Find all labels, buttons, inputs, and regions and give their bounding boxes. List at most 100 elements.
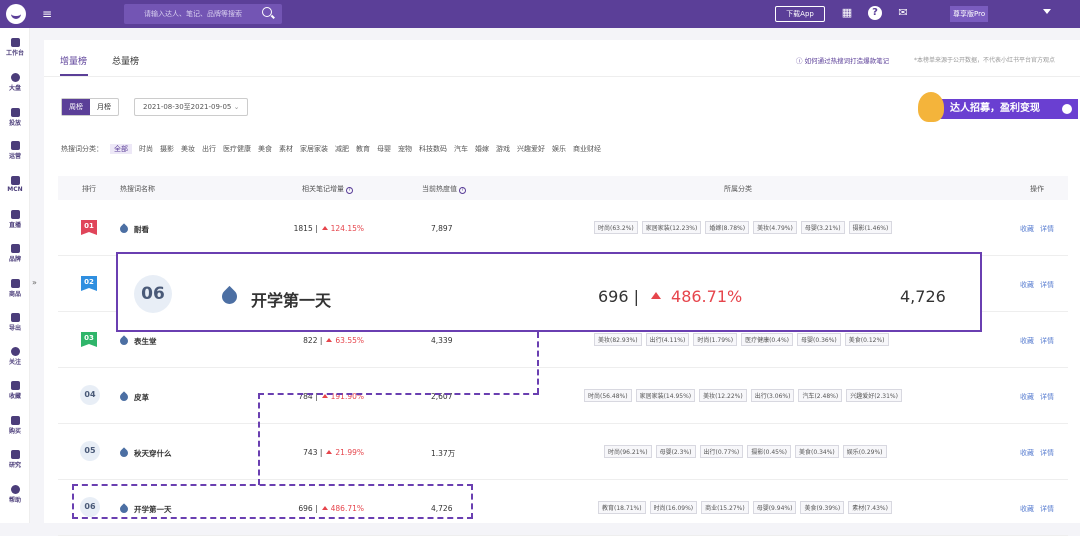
help-icon[interactable]: ? bbox=[868, 6, 882, 20]
category-item[interactable]: 汽车 bbox=[454, 145, 468, 153]
sidebar-item-market[interactable]: 大盘 bbox=[0, 71, 30, 101]
hot-word[interactable]: 表生堂 bbox=[134, 336, 157, 347]
category-item[interactable]: 减肥 bbox=[335, 145, 349, 153]
category-item[interactable]: 美食 bbox=[258, 145, 272, 153]
sidebar-item-label: 导出 bbox=[8, 325, 21, 332]
detail-link[interactable]: 详情 bbox=[1040, 337, 1054, 345]
account-menu[interactable]: 尊享版Pro bbox=[946, 6, 1026, 22]
category-all[interactable]: 全部 bbox=[110, 144, 132, 154]
sidebar-item-live[interactable]: 直播 bbox=[0, 208, 30, 238]
table-row[interactable]: 01 耐看 1815 | 124.15% 7,897 时尚(63.2%) 家居家装(… bbox=[58, 200, 1068, 256]
search-input[interactable]: 请输入达人、笔记、品牌等搜索 bbox=[124, 4, 282, 24]
period-toggle: 周榜 月榜 bbox=[61, 98, 119, 116]
sidebar-item-export[interactable]: 导出 bbox=[0, 311, 30, 341]
info-icon[interactable]: ? bbox=[346, 187, 353, 194]
table-row[interactable]: 04 皮革 784 | 191.90% 2,607 时尚(56.48%) 家居家装(… bbox=[58, 368, 1068, 424]
growth-value: 1815 | 124.15% bbox=[264, 224, 364, 233]
category-filter: 热搜词分类： 全部 时尚 摄影 美妆 出行 医疗健康 美食 素材 家居家装 减肥 教育 母婴 宠物 科技数码… bbox=[61, 144, 608, 154]
tab-total[interactable]: 总量榜 bbox=[112, 54, 139, 67]
category-item[interactable]: 科技数码 bbox=[419, 145, 447, 153]
promo-banner[interactable]: 达人招募，盈利变现 bbox=[916, 90, 1078, 124]
collapse-sidebar-button[interactable]: » bbox=[32, 278, 37, 287]
category-item[interactable]: 宠物 bbox=[398, 145, 412, 153]
sidebar-item-operations[interactable]: 运营 bbox=[0, 139, 30, 169]
search-icon[interactable] bbox=[262, 7, 272, 17]
detail-link[interactable]: 详情 bbox=[1040, 449, 1054, 457]
sidebar-item-mcn[interactable]: MCN bbox=[0, 174, 30, 204]
category-tags: 美妆(82.93%) 出行(4.11%) 时尚(1.79%) 医疗健康(0.4%) 母婴… bbox=[594, 333, 893, 346]
category-item[interactable]: 商业财经 bbox=[573, 145, 601, 153]
download-app-button[interactable]: 下载App bbox=[775, 6, 825, 22]
chevron-down-icon[interactable] bbox=[1043, 9, 1051, 14]
hot-word[interactable]: 秋天穿什么 bbox=[134, 448, 172, 459]
detail-link[interactable]: 详情 bbox=[1040, 281, 1054, 289]
header-growth-label: 相关笔记增量 bbox=[302, 185, 344, 193]
hot-word-icon bbox=[118, 223, 130, 235]
info-icon[interactable]: ? bbox=[459, 187, 466, 194]
detail-link[interactable]: 详情 bbox=[1040, 393, 1054, 401]
sidebar-item-workbench[interactable]: 工作台 bbox=[0, 36, 30, 66]
rank-badge: 01 bbox=[81, 220, 97, 235]
category-item[interactable]: 出行 bbox=[202, 145, 216, 153]
category-tag: 时尚(56.48%) bbox=[584, 389, 632, 402]
monthly-toggle[interactable]: 月榜 bbox=[90, 99, 118, 115]
category-item[interactable]: 摄影 bbox=[160, 145, 174, 153]
category-tag: 医疗健康(0.4%) bbox=[741, 333, 793, 346]
category-item[interactable]: 娱乐 bbox=[552, 145, 566, 153]
detail-link[interactable]: 详情 bbox=[1040, 225, 1054, 233]
sidebar: 工作台 大盘 投放 运营 MCN 直播 品牌 商品 导出 关注 收藏 购买 研究… bbox=[0, 28, 30, 523]
howto-link[interactable]: ⓘ 如何通过热搜词打造爆款笔记 bbox=[796, 55, 889, 65]
app-logo-icon[interactable] bbox=[6, 4, 26, 24]
sidebar-item-follow[interactable]: 关注 bbox=[0, 345, 30, 375]
category-item[interactable]: 兴趣爱好 bbox=[517, 145, 545, 153]
flask-icon bbox=[10, 450, 20, 459]
chat-icon bbox=[10, 141, 20, 150]
tab-increment[interactable]: 增量榜 bbox=[60, 54, 87, 67]
apps-grid-icon[interactable]: ▦ bbox=[840, 6, 854, 20]
sidebar-item-help[interactable]: 帮助 bbox=[0, 483, 30, 513]
favorite-link[interactable]: 收藏 bbox=[1020, 225, 1034, 233]
growth-pct: 21.99% bbox=[322, 448, 364, 457]
hot-word-icon bbox=[118, 447, 130, 459]
category-item[interactable]: 素材 bbox=[279, 145, 293, 153]
mail-icon[interactable]: ✉ bbox=[896, 6, 910, 20]
date-range-select[interactable]: 2021-08-30至2021-09-05 ⌄ bbox=[134, 98, 248, 116]
category-item[interactable]: 美妆 bbox=[181, 145, 195, 153]
howto-link-label: 如何通过热搜词打造爆款笔记 bbox=[804, 57, 890, 65]
favorite-link[interactable]: 收藏 bbox=[1020, 505, 1034, 513]
table-row[interactable]: 05 秋天穿什么 743 | 21.99% 1.37万 时尚(96.21%) 母婴(… bbox=[58, 424, 1068, 480]
heat-value: 7,897 bbox=[431, 224, 453, 233]
detail-link[interactable]: 详情 bbox=[1040, 505, 1054, 513]
favorite-link[interactable]: 收藏 bbox=[1020, 337, 1034, 345]
heat-value: 1.37万 bbox=[431, 449, 456, 458]
category-item[interactable]: 教育 bbox=[356, 145, 370, 153]
bag-icon bbox=[10, 279, 20, 288]
sidebar-item-brand[interactable]: 品牌 bbox=[0, 242, 30, 272]
category-item[interactable]: 时尚 bbox=[139, 145, 153, 153]
category-tag: 时尚(1.79%) bbox=[693, 333, 738, 346]
menu-icon[interactable]: ≡ bbox=[42, 7, 52, 21]
sidebar-item-label: 投放 bbox=[8, 120, 21, 127]
category-item[interactable]: 游戏 bbox=[496, 145, 510, 153]
sidebar-item-favorites[interactable]: 收藏 bbox=[0, 379, 30, 409]
category-item[interactable]: 母婴 bbox=[377, 145, 391, 153]
weekly-toggle[interactable]: 周榜 bbox=[62, 99, 90, 115]
category-tag: 娱乐(0.29%) bbox=[842, 445, 887, 458]
sidebar-item-purchase[interactable]: 购买 bbox=[0, 414, 30, 444]
favorite-link[interactable]: 收藏 bbox=[1020, 281, 1034, 289]
favorite-link[interactable]: 收藏 bbox=[1020, 449, 1034, 457]
sidebar-item-products[interactable]: 商品 bbox=[0, 277, 30, 307]
category-tag: 婚嫁(8.78%) bbox=[705, 221, 750, 234]
category-tag: 素材(7.43%) bbox=[848, 501, 892, 514]
favorite-link[interactable]: 收藏 bbox=[1020, 393, 1034, 401]
category-item[interactable]: 家居家装 bbox=[300, 145, 328, 153]
category-item[interactable]: 医疗健康 bbox=[223, 145, 251, 153]
hot-word[interactable]: 耐看 bbox=[134, 224, 149, 235]
hot-word[interactable]: 皮革 bbox=[134, 392, 149, 403]
ads-icon bbox=[10, 108, 20, 117]
category-item[interactable]: 婚嫁 bbox=[475, 145, 489, 153]
sidebar-item-ads[interactable]: 投放 bbox=[0, 106, 30, 136]
sidebar-item-research[interactable]: 研究 bbox=[0, 448, 30, 478]
category-tag: 时尚(96.21%) bbox=[604, 445, 652, 458]
row-actions: 收藏 详情 bbox=[1020, 336, 1060, 346]
